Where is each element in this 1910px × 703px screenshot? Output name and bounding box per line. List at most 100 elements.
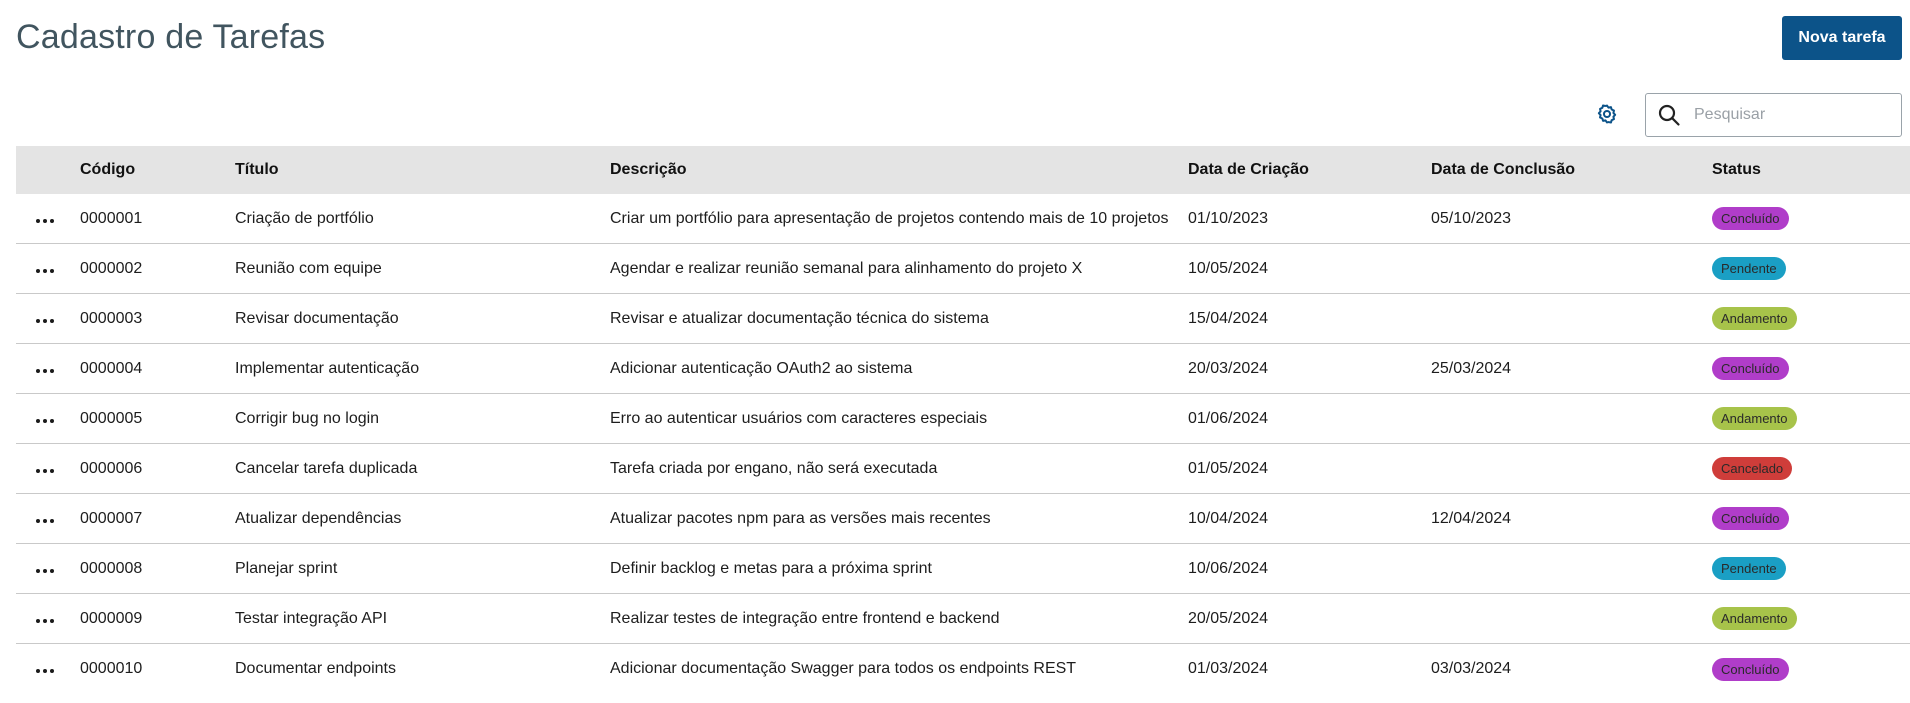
cell-description: Definir backlog e metas para a próxima s…	[610, 559, 932, 577]
more-options-icon[interactable]	[34, 215, 56, 227]
status-badge: Andamento	[1712, 607, 1797, 630]
table-row[interactable]: 0000006 Cancelar tarefa duplicada Tarefa c…	[16, 444, 1910, 494]
cell-title: Documentar endpoints	[235, 660, 396, 677]
cell-description: Tarefa criada por engano, não será execu…	[610, 459, 938, 477]
cell-created-date: 01/03/2024	[1188, 660, 1269, 677]
more-options-icon[interactable]	[34, 365, 56, 377]
search-box	[1645, 93, 1902, 137]
page-title: Cadastro de Tarefas	[16, 18, 326, 56]
cell-created-date: 15/04/2024	[1188, 309, 1269, 327]
table-row[interactable]: 0000010 Documentar endpoints Adicionar doc…	[16, 644, 1910, 694]
status-badge: Concluído	[1712, 357, 1789, 380]
column-header-created[interactable]: Data de Criação	[1188, 161, 1431, 179]
cell-title: Corrigir bug no login	[235, 409, 380, 427]
search-input[interactable]	[1692, 105, 1882, 125]
more-options-icon[interactable]	[34, 515, 56, 527]
cell-description: Adicionar autenticação OAuth2 ao sistema	[610, 359, 913, 377]
row-actions-cell	[16, 310, 80, 328]
cell-status: Concluído	[1712, 357, 1910, 380]
row-actions-cell	[16, 510, 80, 528]
cell-title: Reunião com equipe	[235, 259, 382, 277]
row-actions-cell	[16, 460, 80, 478]
status-badge: Pendente	[1712, 557, 1786, 580]
cell-title: Atualizar dependências	[235, 509, 402, 527]
task-table: Código Título Descrição Data de Criação …	[16, 146, 1910, 694]
cell-created-date: 20/05/2024	[1188, 609, 1269, 627]
column-header-code[interactable]: Código	[80, 161, 235, 179]
cell-status: Andamento	[1712, 307, 1910, 330]
row-actions-cell	[16, 360, 80, 378]
column-header-title[interactable]: Título	[235, 161, 610, 179]
cell-code: 0000008	[80, 559, 143, 577]
cell-created-date: 20/03/2024	[1188, 359, 1269, 377]
row-actions-cell	[16, 410, 80, 428]
row-actions-cell	[16, 560, 80, 578]
cell-title: Revisar documentação	[235, 309, 399, 327]
cell-code: 0000010	[80, 660, 143, 677]
cell-code: 0000007	[80, 509, 143, 527]
cell-description: Realizar testes de integração entre fron…	[610, 609, 1000, 627]
cell-description: Adicionar documentação Swagger para todo…	[610, 660, 1077, 677]
cell-description: Atualizar pacotes npm para as versões ma…	[610, 509, 991, 527]
table-row[interactable]: 0000004 Implementar autenticação Adicionar…	[16, 344, 1910, 394]
cell-title: Testar integração API	[235, 609, 388, 627]
cell-status: Pendente	[1712, 257, 1910, 280]
more-options-icon[interactable]	[34, 265, 56, 277]
new-task-button[interactable]: Nova tarefa	[1782, 16, 1902, 60]
cell-title: Implementar autenticação	[235, 359, 420, 377]
cell-description: Revisar e atualizar documentação técnica…	[610, 309, 989, 327]
more-options-icon[interactable]	[34, 565, 56, 577]
table-row[interactable]: 0000008 Planejar sprint Definir backlog e …	[16, 544, 1910, 594]
column-header-description[interactable]: Descrição	[610, 161, 1188, 179]
cell-completed-date: 12/04/2024	[1431, 509, 1512, 527]
column-header-status[interactable]: Status	[1712, 161, 1910, 179]
cell-completed-date: 03/03/2024	[1431, 660, 1512, 677]
status-badge: Concluído	[1712, 507, 1789, 530]
status-badge: Cancelado	[1712, 457, 1793, 480]
cell-status: Cancelado	[1712, 457, 1910, 480]
status-badge: Andamento	[1712, 407, 1797, 430]
cell-code: 0000001	[80, 209, 143, 227]
status-badge: Andamento	[1712, 307, 1797, 330]
cell-created-date: 01/10/2023	[1188, 209, 1269, 227]
table-row[interactable]: 0000001 Criação de portfólio Criar um port…	[16, 194, 1910, 244]
status-badge: Pendente	[1712, 257, 1786, 280]
cell-title: Planejar sprint	[235, 559, 338, 577]
cell-description: Criar um portfólio para apresentação de …	[610, 209, 1169, 227]
table-row[interactable]: 0000009 Testar integração API Realizar tes…	[16, 594, 1910, 644]
cell-status: Pendente	[1712, 557, 1910, 580]
cell-title: Criação de portfólio	[235, 209, 374, 227]
more-options-icon[interactable]	[34, 465, 56, 477]
cell-code: 0000002	[80, 259, 143, 277]
table-row[interactable]: 0000003 Revisar documentação Revisar e atu…	[16, 294, 1910, 344]
cell-status: Concluído	[1712, 207, 1910, 230]
page-header: Cadastro de Tarefas Nova tarefa	[16, 0, 1902, 90]
column-header-completed[interactable]: Data de Conclusão	[1431, 161, 1712, 179]
status-badge: Concluído	[1712, 657, 1789, 681]
status-badge: Concluído	[1712, 207, 1789, 230]
more-options-icon[interactable]	[34, 415, 56, 427]
cell-completed-date: 25/03/2024	[1431, 359, 1512, 377]
search-icon	[1656, 102, 1682, 128]
cell-status: Concluído	[1712, 657, 1910, 681]
task-register-page: Cadastro de Tarefas Nova tarefa Código T…	[0, 0, 1910, 703]
cell-code: 0000006	[80, 459, 143, 477]
table-toolbar	[16, 90, 1902, 146]
cell-code: 0000004	[80, 359, 143, 377]
more-options-icon[interactable]	[34, 665, 56, 677]
table-body: 0000001 Criação de portfólio Criar um port…	[16, 194, 1910, 694]
row-actions-cell	[16, 260, 80, 278]
table-row[interactable]: 0000002 Reunião com equipe Agendar e reali…	[16, 244, 1910, 294]
cell-created-date: 01/06/2024	[1188, 409, 1269, 427]
gear-icon[interactable]	[1595, 102, 1619, 126]
row-actions-cell	[16, 660, 80, 678]
cell-status: Concluído	[1712, 507, 1910, 530]
table-row[interactable]: 0000007 Atualizar dependências Atualizar p…	[16, 494, 1910, 544]
cell-created-date: 01/05/2024	[1188, 459, 1269, 477]
cell-completed-date: 05/10/2023	[1431, 209, 1512, 227]
cell-created-date: 10/04/2024	[1188, 509, 1269, 527]
more-options-icon[interactable]	[34, 315, 56, 327]
more-options-icon[interactable]	[34, 615, 56, 627]
row-actions-cell	[16, 610, 80, 628]
table-row[interactable]: 0000005 Corrigir bug no login Erro ao aute…	[16, 394, 1910, 444]
